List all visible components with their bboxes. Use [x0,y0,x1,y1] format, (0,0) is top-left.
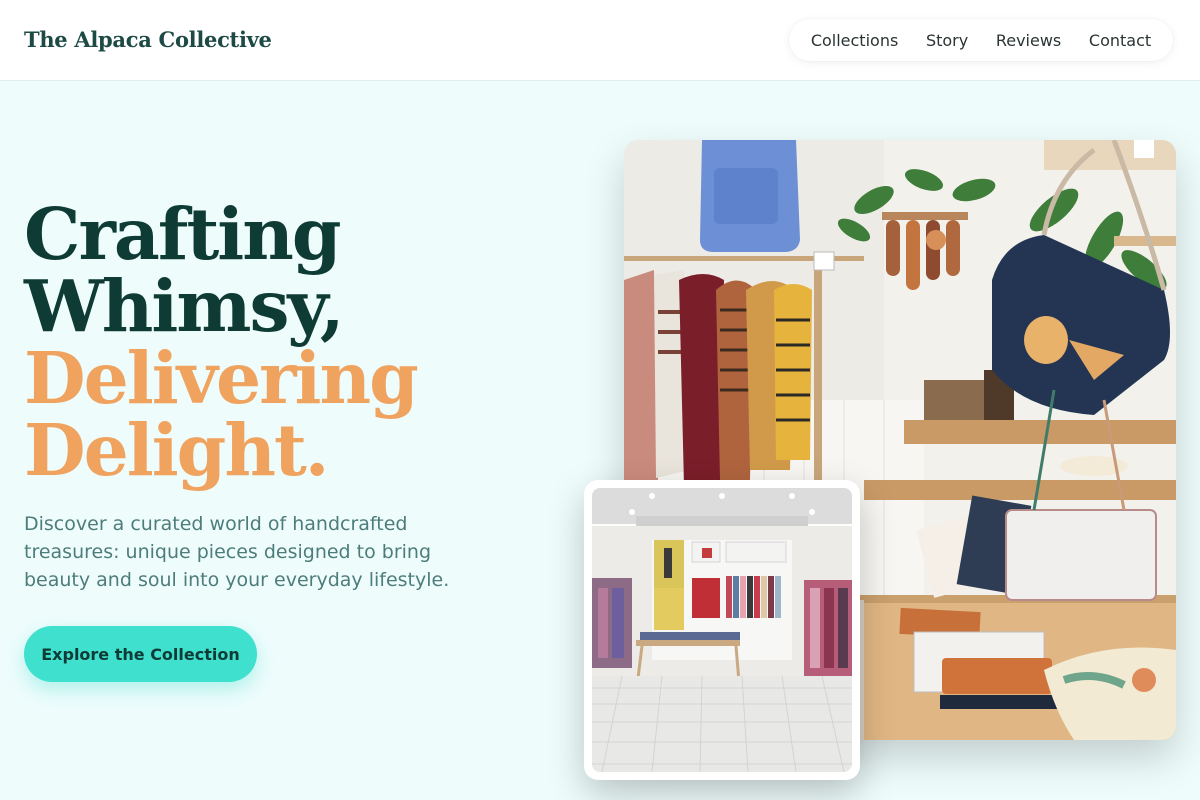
main-nav: Collections Story Reviews Contact [789,19,1173,61]
store-interior-card [584,480,860,780]
headline-line-2: Whimsy, [24,264,345,348]
headline-line-3: Delivering [24,336,419,420]
headline-line-1: Crafting [24,192,341,276]
explore-collection-button[interactable]: Explore the Collection [24,626,257,682]
headline-line-4: Delight. [24,408,329,492]
hero-headline: Crafting Whimsy, Delivering Delight. [24,192,419,492]
nav-link-contact[interactable]: Contact [1089,31,1151,50]
nav-link-collections[interactable]: Collections [811,31,898,50]
site-header: The Alpaca Collective Collections Story … [0,0,1200,81]
clothing-store-image [592,488,852,772]
nav-link-reviews[interactable]: Reviews [996,31,1061,50]
brand-logo[interactable]: The Alpaca Collective [24,27,272,52]
nav-link-story[interactable]: Story [926,31,968,50]
hero-subtext: Discover a curated world of handcrafted … [24,513,450,591]
